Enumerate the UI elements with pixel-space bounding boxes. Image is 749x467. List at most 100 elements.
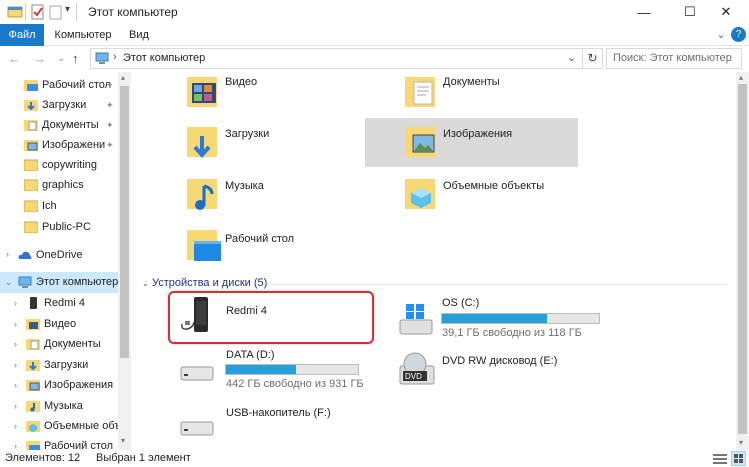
drive-free-space: 442 ГБ свободно из 931 ГБ: [226, 378, 364, 390]
new-folder-quick-icon[interactable]: [48, 4, 64, 20]
sidebar-item-redmi4[interactable]: Redmi 4: [26, 293, 85, 313]
address-bar[interactable]: › Этот компьютер ⌄: [90, 48, 583, 69]
sidebar-item-pictures-pc[interactable]: Изображения: [26, 375, 113, 395]
sidebar-item-pictures[interactable]: Изображени: [24, 135, 105, 155]
expand-chevron-icon[interactable]: ›: [14, 380, 17, 390]
drive-d[interactable]: DATA (D:) 442 ГБ свободно из 931 ГБ: [176, 346, 386, 392]
sidebar-item-label: OneDrive: [36, 249, 83, 261]
sidebar-item-ich[interactable]: Ich: [24, 196, 57, 216]
folder-desktop[interactable]: Рабочий стол: [181, 225, 351, 271]
expand-chevron-icon[interactable]: ›: [6, 249, 9, 259]
video-folder-icon: [26, 319, 40, 330]
drive-e-dvd[interactable]: DVD DVD RW дисковод (E:): [395, 346, 605, 392]
tab-computer[interactable]: Компьютер: [50, 24, 116, 46]
sidebar-item-music[interactable]: Музыка: [26, 396, 83, 416]
expand-chevron-icon[interactable]: ›: [14, 298, 17, 308]
forward-button[interactable]: →: [33, 51, 46, 66]
scroll-up-icon[interactable]: ▴: [121, 73, 125, 82]
status-selection: Выбран 1 элемент: [96, 452, 191, 464]
sidebar-item-label: Загрузки: [42, 99, 87, 111]
this-pc-icon: [95, 52, 109, 64]
expand-chevron-icon[interactable]: ›: [14, 360, 17, 370]
expand-chevron-icon[interactable]: ›: [14, 339, 17, 349]
sidebar-scrollbar[interactable]: ▴ ▾: [118, 72, 131, 450]
sidebar-item-label: copywriting: [42, 159, 98, 171]
close-button[interactable]: ✕: [703, 0, 749, 24]
sidebar-item-label: Изображени: [42, 139, 106, 151]
phone-icon: [30, 297, 37, 309]
folder-label: Изображения: [443, 128, 513, 140]
expand-chevron-icon[interactable]: ›: [14, 421, 17, 431]
breadcrumb-this-pc[interactable]: Этот компьютер: [123, 52, 205, 64]
sidebar-item-graphics[interactable]: graphics: [24, 175, 84, 195]
drive-f-usb[interactable]: USB-накопитель (F:): [176, 402, 386, 448]
quick-access-customize-icon[interactable]: ▾: [65, 4, 70, 20]
phone-icon: [181, 297, 208, 332]
drive-c[interactable]: OS (C:) 39,1 ГБ свободно из 118 ГБ: [395, 294, 605, 340]
sidebar-item-documents-pc[interactable]: Документы: [26, 334, 101, 354]
cloud-icon: [18, 251, 32, 259]
tiles-view-icon[interactable]: [731, 451, 746, 466]
folder-video[interactable]: Видео: [181, 72, 351, 118]
folder-label: Загрузки: [225, 128, 270, 140]
sidebar-item-downloads[interactable]: Загрузки: [24, 95, 86, 115]
explorer-app-icon: [7, 6, 23, 18]
sidebar-item-documents[interactable]: Документы: [24, 115, 99, 135]
sidebar-item-label: Изображения: [44, 379, 114, 391]
refresh-button[interactable]: ↻: [583, 48, 603, 69]
sidebar-item-downloads-pc[interactable]: Загрузки: [26, 355, 88, 375]
sidebar-item-3d-objects[interactable]: Объемные объ: [26, 416, 121, 436]
scroll-thumb[interactable]: [738, 84, 747, 434]
3d-objects-folder-icon: [26, 421, 40, 432]
tab-view[interactable]: Вид: [121, 24, 157, 46]
collapse-chevron-icon[interactable]: ⌄: [5, 277, 13, 288]
scroll-down-icon[interactable]: ▾: [121, 436, 125, 445]
minimize-button[interactable]: —: [621, 0, 667, 24]
sidebar-item-video[interactable]: Видео: [26, 314, 76, 334]
devices-group-header[interactable]: Устройства и диски (5): [152, 277, 267, 289]
3d-objects-folder-icon: [405, 179, 435, 209]
help-icon[interactable]: ?: [731, 27, 746, 42]
sidebar-item-onedrive[interactable]: OneDrive: [18, 245, 82, 265]
scroll-down-icon[interactable]: ▾: [739, 438, 743, 447]
expand-chevron-icon[interactable]: ›: [14, 401, 17, 411]
dvd-drive-icon: DVD: [399, 352, 435, 385]
ribbon-expand-icon[interactable]: ⌄: [714, 24, 728, 46]
tab-file[interactable]: Файл: [0, 24, 44, 46]
properties-icon[interactable]: [30, 4, 46, 20]
folder-music[interactable]: Музыка: [181, 174, 351, 220]
sidebar-item-copywriting[interactable]: copywriting: [24, 155, 97, 175]
folder-icon: [24, 179, 38, 191]
folder-label: Рабочий стол: [225, 233, 295, 245]
sidebar-item-label: Рабочий стол: [44, 440, 114, 450]
search-input[interactable]: Поиск: Этот компьютер: [606, 48, 742, 69]
folder-documents[interactable]: Документы: [399, 72, 569, 118]
folder-pictures[interactable]: Изображения: [365, 118, 578, 167]
expand-chevron-icon[interactable]: ›: [14, 319, 17, 329]
folder-3d-objects[interactable]: Объемные объекты: [399, 174, 579, 220]
scroll-up-icon[interactable]: ▴: [739, 73, 743, 82]
folder-icon: [24, 159, 38, 171]
sidebar-item-label: Документы: [42, 119, 99, 131]
expand-chevron-icon[interactable]: ›: [14, 441, 17, 450]
sidebar-item-label: Документы: [44, 338, 101, 350]
title-separator-2: [76, 3, 77, 21]
sidebar-item-desktop[interactable]: Рабочий стол: [24, 75, 111, 95]
up-button[interactable]: ↑: [72, 51, 79, 66]
group-collapse-icon[interactable]: ⌄: [142, 279, 149, 288]
title-separator: [25, 3, 26, 21]
address-dropdown-icon[interactable]: ⌄: [567, 51, 576, 64]
sidebar-item-label: Этот компьютер: [36, 276, 119, 288]
back-button[interactable]: ←: [8, 51, 21, 66]
folder-label: Документы: [443, 76, 500, 88]
sidebar-item-desktop-pc[interactable]: Рабочий стол: [26, 436, 113, 450]
details-view-icon[interactable]: [713, 453, 727, 465]
folder-downloads[interactable]: Загрузки: [181, 122, 351, 168]
device-redmi4[interactable]: Redmi 4: [176, 295, 366, 339]
sidebar-item-this-pc[interactable]: Этот компьютер: [18, 272, 118, 292]
content-scrollbar[interactable]: ▴ ▾: [736, 72, 749, 450]
sidebar-item-public-pc[interactable]: Public-PC: [24, 217, 91, 237]
recent-locations-button[interactable]: ⌄: [57, 53, 65, 64]
drive-label: DATA (D:): [226, 349, 275, 361]
scroll-thumb[interactable]: [120, 86, 129, 358]
